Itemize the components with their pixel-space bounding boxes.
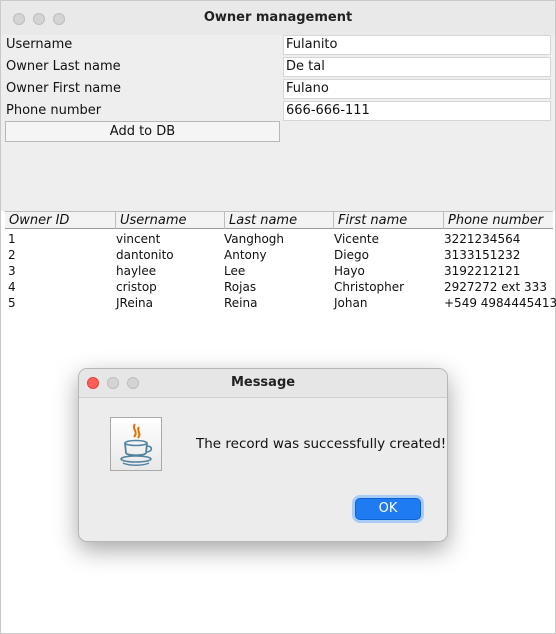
cell-phone-number: 3133151232 (444, 248, 521, 262)
dialog-message: The record was successfully created! (196, 436, 447, 452)
message-dialog: Message The record was successfully crea… (78, 368, 448, 542)
column-header-username[interactable]: Username (115, 212, 224, 229)
table-row[interactable]: 2 dantonito Antony Diego 3133151232 (5, 247, 553, 263)
cell-username: haylee (116, 264, 157, 278)
column-header-first-name[interactable]: First name (333, 212, 443, 229)
cell-owner-id: 5 (8, 296, 16, 310)
cell-first-name: Vicente (334, 232, 379, 246)
phone-field[interactable]: 666-666-111 (283, 101, 551, 121)
cell-username: vincent (116, 232, 161, 246)
cell-first-name: Hayo (334, 264, 365, 278)
window-title: Owner management (203, 10, 353, 25)
table-header: Owner ID Username Last name First name P… (5, 211, 553, 229)
table-row[interactable]: 1 vincent Vanghogh Vicente 3221234564 (5, 231, 553, 247)
cell-last-name: Rojas (224, 280, 257, 294)
username-field[interactable]: Fulanito (283, 35, 551, 55)
first-name-field[interactable]: Fulano (283, 79, 551, 99)
table-row[interactable]: 3 haylee Lee Hayo 3192212121 (5, 263, 553, 279)
cell-phone-number: 3192212121 (444, 264, 521, 278)
cell-username: dantonito (116, 248, 174, 262)
title-bar: Owner management (1, 1, 555, 36)
cell-last-name: Vanghogh (224, 232, 285, 246)
cell-phone-number: 2927272 ext 333 (444, 280, 547, 294)
first-name-label: Owner First name (6, 81, 121, 96)
table-row[interactable]: 4 cristop Rojas Christopher 2927272 ext … (5, 279, 553, 295)
java-icon (110, 417, 162, 471)
cell-last-name: Reina (224, 296, 258, 310)
ok-button[interactable]: OK (355, 498, 421, 520)
cell-phone-number: +549 4984445413 (444, 296, 556, 310)
cell-last-name: Lee (224, 264, 246, 278)
cell-owner-id: 3 (8, 264, 16, 278)
cell-owner-id: 2 (8, 248, 16, 262)
cell-owner-id: 4 (8, 280, 16, 294)
cell-username: JReina (116, 296, 154, 310)
cell-username: cristop (116, 280, 157, 294)
username-label: Username (6, 37, 73, 52)
owner-form: Username Fulanito Owner Last name De tal… (1, 35, 555, 211)
dialog-title: Message (230, 375, 296, 390)
cell-owner-id: 1 (8, 232, 16, 246)
cell-phone-number: 3221234564 (444, 232, 521, 246)
phone-label: Phone number (6, 103, 102, 118)
column-header-last-name[interactable]: Last name (224, 212, 333, 229)
column-header-phone-number[interactable]: Phone number (443, 212, 553, 229)
last-name-label: Owner Last name (6, 59, 121, 74)
last-name-field[interactable]: De tal (283, 57, 551, 77)
add-to-db-button[interactable]: Add to DB (5, 121, 280, 142)
table-row[interactable]: 5 JReina Reina Johan +549 4984445413 (5, 295, 556, 311)
cell-first-name: Johan (334, 296, 368, 310)
cell-last-name: Antony (224, 248, 267, 262)
dialog-title-bar: Message (79, 369, 447, 398)
column-header-owner-id[interactable]: Owner ID (5, 212, 115, 229)
cell-first-name: Diego (334, 248, 369, 262)
cell-first-name: Christopher (334, 280, 405, 294)
